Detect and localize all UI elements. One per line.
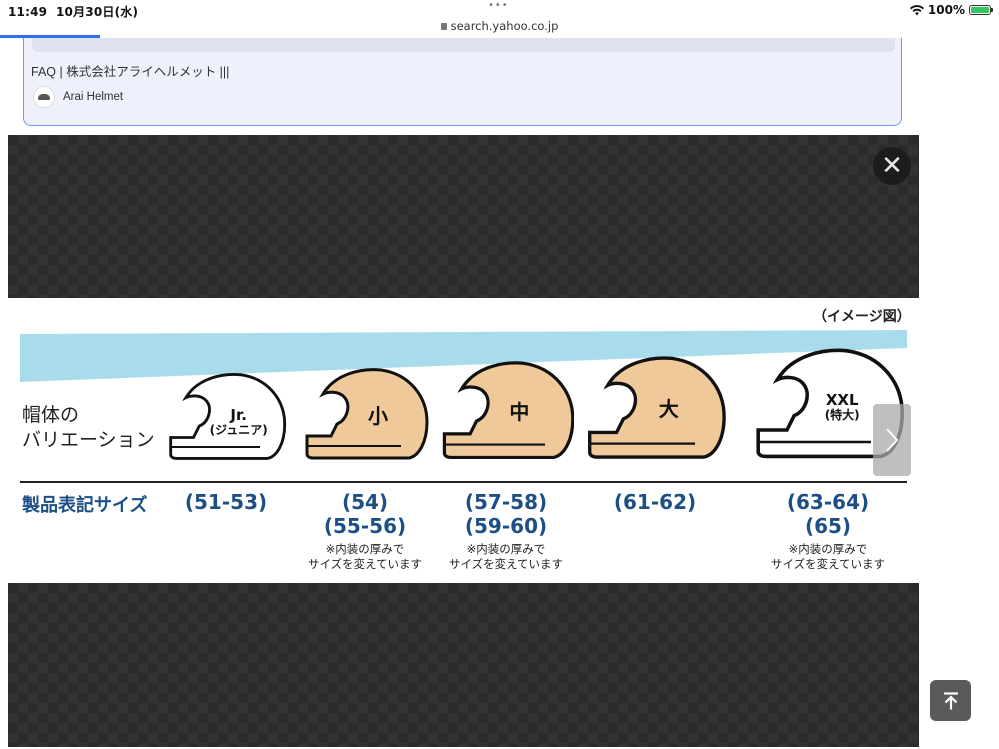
site-logo-icon bbox=[33, 86, 55, 108]
battery-fill bbox=[971, 7, 989, 13]
status-indicators: 100% bbox=[909, 3, 993, 17]
helmet-label-sub: (ジュニア) bbox=[209, 423, 268, 438]
shell-label-line1: 帽体の bbox=[22, 404, 80, 426]
status-time: 11:49 10月30日(水) bbox=[8, 3, 138, 20]
card-image-strip bbox=[32, 38, 895, 52]
helmet-size-image: （イメージ図） 帽体の バリエーション 製品表記サイズ Jr. (ジュニア) (51… bbox=[8, 298, 919, 583]
viewer-backdrop-top bbox=[8, 135, 919, 298]
product-size-value: (59-60) bbox=[464, 514, 548, 538]
wifi-icon bbox=[909, 4, 924, 15]
search-result-card[interactable]: FAQ | 株式会社アライヘルメット ||| Arai Helmet bbox=[23, 38, 902, 126]
product-size-label: 製品表記サイズ bbox=[22, 495, 148, 516]
product-size-value: (63-64) bbox=[786, 490, 870, 514]
product-size-value: (55-56) bbox=[323, 514, 407, 538]
padding-note-line: サイズを変えています bbox=[307, 557, 423, 571]
lock-icon bbox=[440, 23, 447, 30]
clock-date: 10月30日(水) bbox=[55, 5, 139, 19]
viewer-backdrop-bottom bbox=[8, 583, 919, 747]
close-viewer-button[interactable]: ✕ bbox=[873, 147, 911, 185]
address-bar[interactable]: search.yahoo.co.jp bbox=[0, 19, 999, 33]
next-image-button[interactable] bbox=[873, 404, 911, 476]
product-size-value: (61-62) bbox=[613, 490, 697, 514]
divider-line bbox=[20, 481, 907, 483]
chevron-right-icon bbox=[886, 428, 899, 452]
padding-note: ※内装の厚みで サイズを変えています bbox=[431, 542, 581, 572]
product-size-value: (65) bbox=[804, 514, 852, 538]
padding-note-line: ※内装の厚みで bbox=[788, 542, 868, 556]
product-size-value: (57-58) bbox=[464, 490, 548, 514]
padding-note-line: ※内装の厚みで bbox=[325, 542, 405, 556]
scroll-to-top-button[interactable] bbox=[930, 680, 971, 721]
multitask-dots[interactable]: ••• bbox=[488, 0, 509, 11]
helmet-label: 小 bbox=[341, 404, 415, 428]
url-text: search.yahoo.co.jp bbox=[450, 19, 559, 33]
result-site[interactable]: Arai Helmet bbox=[33, 86, 123, 108]
helmet-label: Jr. (ジュニア) bbox=[202, 407, 276, 438]
helmet-label: 中 bbox=[482, 400, 556, 424]
result-title[interactable]: FAQ | 株式会社アライヘルメット ||| bbox=[31, 61, 229, 80]
padding-note-line: サイズを変えています bbox=[448, 557, 564, 571]
battery-percent: 100% bbox=[927, 3, 965, 17]
helmet-label-main: 大 bbox=[658, 396, 679, 421]
clock-time: 11:49 bbox=[8, 5, 48, 19]
helmet-label-sub: (特大) bbox=[824, 407, 860, 422]
padding-note: ※内装の厚みで サイズを変えています bbox=[753, 542, 903, 572]
site-name: Arai Helmet bbox=[63, 91, 124, 103]
product-size-value: (51-53) bbox=[184, 490, 268, 514]
helmet-label: 大 bbox=[632, 397, 706, 421]
arrow-up-to-top-icon bbox=[943, 691, 958, 709]
close-icon: ✕ bbox=[881, 151, 903, 181]
helmet-label-main: XXL bbox=[825, 390, 859, 409]
battery-icon bbox=[969, 5, 993, 15]
shell-label-line2: バリエーション bbox=[22, 429, 155, 451]
padding-note-line: サイズを変えています bbox=[770, 557, 886, 571]
padding-note: ※内装の厚みで サイズを変えています bbox=[290, 542, 440, 572]
shell-variation-label: 帽体の バリエーション bbox=[22, 403, 155, 453]
padding-note-line: ※内装の厚みで bbox=[466, 542, 546, 556]
helmet-label-main: 中 bbox=[509, 399, 530, 424]
helmet-label-main: Jr. bbox=[230, 406, 247, 425]
image-note: （イメージ図） bbox=[813, 309, 911, 325]
helmet-label: XXL (特大) bbox=[805, 392, 879, 423]
helmet-label-main: 小 bbox=[368, 404, 388, 428]
status-bar: 11:49 10月30日(水) ••• search.yahoo.co.jp 1… bbox=[0, 0, 999, 38]
product-size-value: (54) bbox=[341, 490, 389, 514]
